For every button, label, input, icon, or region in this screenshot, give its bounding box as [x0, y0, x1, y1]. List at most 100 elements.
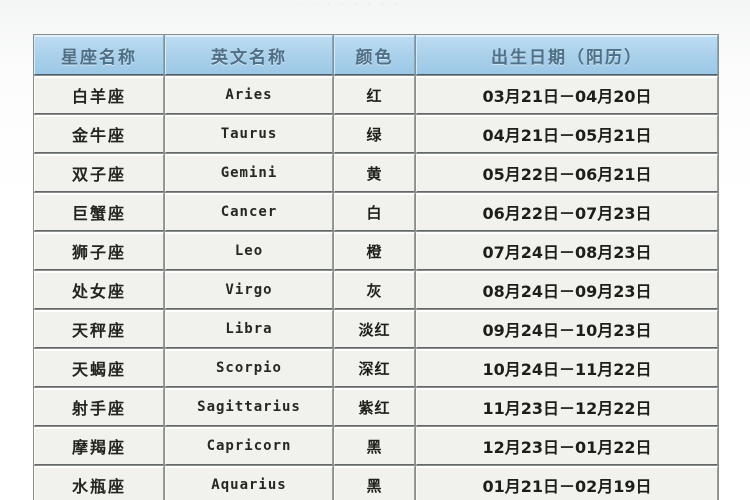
column-header-color-label: 颜色: [355, 47, 394, 68]
table-row: 处女座 Virgo 灰 08月24日－09月23日: [34, 271, 718, 309]
zodiac-name-text: 双子座: [71, 165, 126, 184]
cell-zodiac-name: 狮子座: [34, 232, 164, 270]
column-header-name-label: 星座名称: [61, 47, 137, 68]
cell-zodiac-name: 双子座: [34, 154, 164, 192]
color-text: 黑: [366, 437, 383, 456]
column-header-birthdate-label: 出生日期（阳历）: [491, 47, 643, 68]
zodiac-table-body: 星座名称 英文名称 颜色 出生日期（阳历） 白羊座 Aries 红 03月21日…: [34, 35, 718, 500]
cell-color: 紫红: [334, 388, 415, 426]
table-row: 金牛座 Taurus 绿 04月21日－05月21日: [34, 115, 718, 153]
cell-zodiac-name: 金牛座: [34, 115, 164, 153]
zodiac-table: 星座名称 英文名称 颜色 出生日期（阳历） 白羊座 Aries 红 03月21日…: [33, 34, 719, 500]
birthdate-text: 10月24日－11月22日: [482, 360, 652, 379]
english-name-text: Libra: [225, 321, 273, 337]
table-row: 水瓶座 Aquarius 黑 01月21日－02月19日: [34, 466, 718, 500]
cell-english-name: Libra: [165, 310, 333, 348]
cell-color: 淡红: [334, 310, 415, 348]
cell-english-name: Leo: [165, 232, 333, 270]
table-row: 射手座 Sagittarius 紫红 11月23日－12月22日: [34, 388, 718, 426]
cell-color: 黄: [334, 154, 415, 192]
page-root: · · · · · · · · 星座名称 英文名称 颜色 出生日期（阳历） 白羊…: [0, 0, 750, 500]
cell-color: 黑: [334, 466, 415, 500]
cell-birthdate: 12月23日－01月22日: [416, 427, 718, 465]
cell-english-name: Cancer: [165, 193, 333, 231]
zodiac-table-container: 星座名称 英文名称 颜色 出生日期（阳历） 白羊座 Aries 红 03月21日…: [33, 34, 719, 500]
cell-zodiac-name: 射手座: [34, 388, 164, 426]
cell-english-name: Sagittarius: [165, 388, 333, 426]
zodiac-name-text: 射手座: [71, 399, 126, 418]
cell-zodiac-name: 处女座: [34, 271, 164, 309]
color-text: 灰: [366, 281, 383, 300]
zodiac-name-text: 巨蟹座: [71, 204, 126, 223]
column-header-english: 英文名称: [165, 35, 333, 75]
english-name-text: Aquarius: [211, 477, 287, 493]
birthdate-text: 09月24日－10月23日: [482, 321, 652, 340]
cell-english-name: Gemini: [165, 154, 333, 192]
english-name-text: Virgo: [225, 282, 273, 298]
zodiac-name-text: 狮子座: [71, 243, 126, 262]
zodiac-name-text: 摩羯座: [71, 438, 126, 457]
cell-birthdate: 04月21日－05月21日: [416, 115, 718, 153]
cell-english-name: Scorpio: [165, 349, 333, 387]
cell-birthdate: 03月21日－04月20日: [416, 76, 718, 114]
cell-birthdate: 05月22日－06月21日: [416, 154, 718, 192]
color-text: 深红: [358, 359, 391, 378]
english-name-text: Cancer: [220, 204, 278, 220]
column-header-color: 颜色: [334, 35, 415, 75]
column-header-name: 星座名称: [34, 35, 164, 75]
table-row: 天蝎座 Scorpio 深红 10月24日－11月22日: [34, 349, 718, 387]
zodiac-name-text: 水瓶座: [71, 477, 126, 496]
cell-birthdate: 09月24日－10月23日: [416, 310, 718, 348]
cell-birthdate: 07月24日－08月23日: [416, 232, 718, 270]
english-name-text: Taurus: [220, 126, 278, 142]
birthdate-text: 06月22日－07月23日: [482, 204, 652, 223]
birthdate-text: 01月21日－02月19日: [482, 477, 652, 496]
color-text: 白: [366, 203, 383, 222]
birthdate-text: 03月21日－04月20日: [482, 87, 652, 106]
cell-zodiac-name: 天秤座: [34, 310, 164, 348]
cell-color: 橙: [334, 232, 415, 270]
cell-english-name: Aquarius: [165, 466, 333, 500]
english-name-text: Sagittarius: [197, 399, 301, 415]
english-name-text: Aries: [225, 87, 273, 103]
cell-zodiac-name: 巨蟹座: [34, 193, 164, 231]
cell-english-name: Taurus: [165, 115, 333, 153]
birthdate-text: 11月23日－12月22日: [482, 399, 652, 418]
cell-color: 黑: [334, 427, 415, 465]
cell-color: 绿: [334, 115, 415, 153]
color-text: 淡红: [358, 320, 391, 339]
table-row: 巨蟹座 Cancer 白 06月22日－07月23日: [34, 193, 718, 231]
table-row: 天秤座 Libra 淡红 09月24日－10月23日: [34, 310, 718, 348]
table-row: 双子座 Gemini 黄 05月22日－06月21日: [34, 154, 718, 192]
birthdate-text: 12月23日－01月22日: [482, 438, 652, 457]
table-row: 白羊座 Aries 红 03月21日－04月20日: [34, 76, 718, 114]
cell-zodiac-name: 天蝎座: [34, 349, 164, 387]
color-text: 紫红: [358, 398, 391, 417]
cell-birthdate: 06月22日－07月23日: [416, 193, 718, 231]
color-text: 黑: [366, 476, 383, 495]
english-name-text: Leo: [234, 243, 264, 259]
cell-birthdate: 01月21日－02月19日: [416, 466, 718, 500]
zodiac-name-text: 白羊座: [71, 87, 126, 106]
table-header-row: 星座名称 英文名称 颜色 出生日期（阳历）: [34, 35, 718, 75]
cell-birthdate: 11月23日－12月22日: [416, 388, 718, 426]
column-header-birthdate: 出生日期（阳历）: [416, 35, 718, 75]
zodiac-name-text: 天蝎座: [71, 360, 126, 379]
birthdate-text: 04月21日－05月21日: [482, 126, 652, 145]
cell-zodiac-name: 摩羯座: [34, 427, 164, 465]
cell-zodiac-name: 水瓶座: [34, 466, 164, 500]
zodiac-name-text: 处女座: [71, 282, 126, 301]
color-text: 黄: [366, 164, 383, 183]
cropped-text-remnant: · · · · · · · ·: [300, 0, 402, 7]
color-text: 绿: [366, 125, 383, 144]
table-row: 摩羯座 Capricorn 黑 12月23日－01月22日: [34, 427, 718, 465]
birthdate-text: 05月22日－06月21日: [482, 165, 652, 184]
english-name-text: Gemini: [220, 165, 278, 181]
cell-english-name: Aries: [165, 76, 333, 114]
cell-english-name: Virgo: [165, 271, 333, 309]
cell-color: 红: [334, 76, 415, 114]
english-name-text: Scorpio: [215, 360, 282, 376]
cell-color: 白: [334, 193, 415, 231]
cell-color: 深红: [334, 349, 415, 387]
birthdate-text: 08月24日－09月23日: [482, 282, 652, 301]
